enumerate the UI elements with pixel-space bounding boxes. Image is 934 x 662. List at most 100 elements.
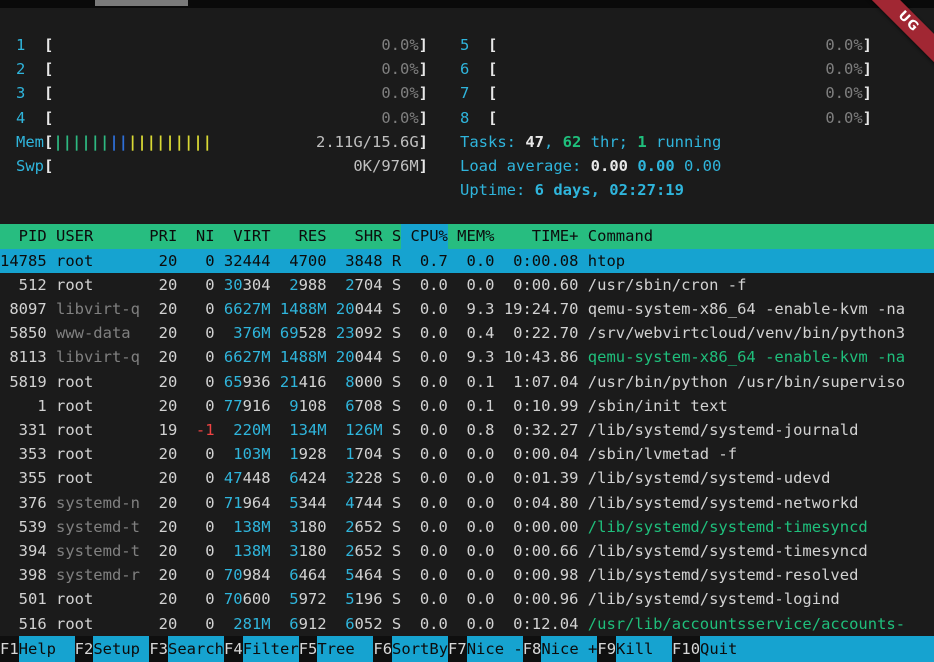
shr-cyan-part: 2 [345, 518, 354, 536]
swp-meter: Swp[0K/976M] [16, 154, 428, 178]
cpu-pct-cell: 0.0 [401, 345, 448, 369]
pid-cell: 5850 [0, 321, 47, 345]
process-row[interactable]: 5819 root 20 0 65936 21416 8000 S 0.0 0.… [0, 370, 934, 394]
header-cell-command[interactable]: Command [578, 224, 934, 248]
cpu-meter-body: 0.0% [497, 106, 862, 130]
command-cell: qemu-system-x86_64 -enable-kvm -na [578, 345, 934, 369]
command-cell: /lib/systemd/systemd-resolved [578, 563, 934, 587]
meter-close-bracket: ] [419, 33, 428, 57]
cpu-number: 5 [460, 33, 488, 57]
header-cell-pid[interactable]: PID [0, 224, 47, 248]
virt-cell: 138M [215, 539, 271, 563]
process-row[interactable]: 1 root 20 0 77916 9108 6708 S 0.0 0.1 0:… [0, 394, 934, 418]
fnkey-item[interactable]: F2 Setup [75, 636, 150, 662]
time-cell: 0:00.98 [494, 563, 578, 587]
fnkey-item[interactable]: F5 Tree [299, 636, 374, 662]
process-row[interactable]: 8113 libvirt-q 20 0 6627M 1488M 20044 S … [0, 345, 934, 369]
window-top-strip [0, 0, 934, 8]
header-cell-pri[interactable]: PRI [140, 224, 177, 248]
fnkey-item[interactable]: F4 Filter [224, 636, 299, 662]
nice-cell: 0 [177, 394, 214, 418]
cpu-meter: 8 [ 0.0% ] [460, 106, 872, 130]
process-row[interactable]: 501 root 20 0 70600 5972 5196 S 0.0 0.0 … [0, 587, 934, 611]
process-row[interactable]: 8097 libvirt-q 20 0 6627M 1488M 20044 S … [0, 297, 934, 321]
cpu-meter-value: 0.0% [825, 81, 862, 105]
cpu-meter-body: 0.0% [53, 57, 418, 81]
res-white-part: 108 [299, 397, 327, 415]
process-row[interactable]: 5850 www-data 20 0 376M 69528 23092 S 0.… [0, 321, 934, 345]
fnkey-item[interactable]: F6 SortBy [373, 636, 448, 662]
res-white-part: 180 [299, 518, 327, 536]
nice-cell: 0 [177, 321, 214, 345]
res-cyan-part: 6 [289, 566, 298, 584]
fnkey-action: Nice + [541, 636, 597, 662]
cpu-pct-cell: 0.0 [401, 418, 448, 442]
fnkey-action: SortBy [392, 636, 448, 662]
shr-cyan-part: 23 [336, 324, 355, 342]
header-cell-ni[interactable]: NI [177, 224, 214, 248]
time-cell: 0:00.66 [494, 539, 578, 563]
process-row[interactable]: 398 systemd-r 20 0 70984 6464 5464 S 0.0… [0, 563, 934, 587]
process-row[interactable]: 516 root 20 0 281M 6912 6052 S 0.0 0.0 0… [0, 612, 934, 636]
user-cell: libvirt-q [47, 297, 140, 321]
virt-cell: 138M [215, 515, 271, 539]
nice-cell: 0 [177, 370, 214, 394]
shr-white-part: 652 [355, 542, 383, 560]
shr-white-part: 652 [355, 518, 383, 536]
cpu-number: 8 [460, 106, 488, 130]
meter-open-bracket: [ [44, 33, 53, 57]
process-row[interactable]: 355 root 20 0 47448 6424 3228 S 0.0 0.0 … [0, 466, 934, 490]
cpu-pct-cell: 0.0 [401, 273, 448, 297]
header-cell-shr[interactable]: SHR [327, 224, 383, 248]
process-row[interactable]: 353 root 20 0 103M 1928 1704 S 0.0 0.0 0… [0, 442, 934, 466]
virt-cell: 220M [215, 418, 271, 442]
virt-cell: 30304 [215, 273, 271, 297]
process-row[interactable]: 512 root 20 0 30304 2988 2704 S 0.0 0.0 … [0, 273, 934, 297]
virt-cell: 6627M [215, 297, 271, 321]
shr-white-part: 044 [355, 348, 383, 366]
command-cell: /lib/systemd/systemd-timesyncd [578, 515, 934, 539]
fnkey-item[interactable]: F10 Quit [672, 636, 737, 662]
header-cell-cpu-sorted[interactable]: CPU% [401, 224, 448, 248]
fnkey-item[interactable]: F3 Search [149, 636, 224, 662]
header-cell-mem[interactable]: MEM% [448, 224, 495, 248]
state-cell: S [383, 370, 402, 394]
shr-cyan-part: 5 [345, 566, 354, 584]
res-white-part: 344 [299, 494, 327, 512]
fnkey-item[interactable]: F9 Kill [597, 636, 672, 662]
shr-white-part: 228 [355, 469, 383, 487]
time-cell: 0:00.00 [494, 515, 578, 539]
process-row[interactable]: 539 systemd-t 20 0 138M 3180 2652 S 0.0 … [0, 515, 934, 539]
fnkey-item[interactable]: F1 Help [0, 636, 75, 662]
mem-meter: Mem[|||||||||||||||||2.11G/15.6G] [16, 130, 428, 154]
user-cell: root [47, 273, 140, 297]
header-cell-state[interactable]: S [383, 224, 402, 248]
shr-cell: 3848 [327, 249, 383, 273]
header-cell-res[interactable]: RES [271, 224, 327, 248]
fnkey-item[interactable]: F7 Nice - [448, 636, 523, 662]
header-cell-time[interactable]: TIME+ [494, 224, 578, 248]
virt-cell: 70984 [215, 563, 271, 587]
command-cell: /srv/webvirtcloud/venv/bin/python3 [578, 321, 934, 345]
header-cell-user[interactable]: USER [47, 224, 140, 248]
fnkey-item[interactable]: F8 Nice + [523, 636, 598, 662]
nice-cell: 0 [177, 442, 214, 466]
process-row[interactable]: 331 root 19 -1 220M 134M 126M S 0.0 0.8 … [0, 418, 934, 442]
state-cell: S [383, 297, 402, 321]
process-row[interactable]: 376 systemd-n 20 0 71964 5344 4744 S 0.0… [0, 491, 934, 515]
mem-pct-cell: 0.0 [448, 587, 495, 611]
virt-cyan-part: 6627M [224, 300, 271, 318]
meter-open-bracket: [ [488, 33, 497, 57]
command-cell: /sbin/lvmetad -f [578, 442, 934, 466]
pid-cell: 353 [0, 442, 47, 466]
shr-cell: 3228 [327, 466, 383, 490]
process-row[interactable]: 394 systemd-t 20 0 138M 3180 2652 S 0.0 … [0, 539, 934, 563]
header-cell-virt[interactable]: VIRT [215, 224, 271, 248]
time-cell: 0:00.04 [494, 442, 578, 466]
virt-cyan-part: 47 [224, 469, 243, 487]
process-row[interactable]: 14785 root 20 0 32444 4700 3848 R 0.7 0.… [0, 249, 934, 273]
loadavg-line: Load average: 0.00 0.00 0.00 [460, 154, 872, 178]
cpu-meter-value: 0.0% [825, 57, 862, 81]
time-cell: 0:10.99 [494, 394, 578, 418]
cpu-pct-cell: 0.0 [401, 321, 448, 345]
